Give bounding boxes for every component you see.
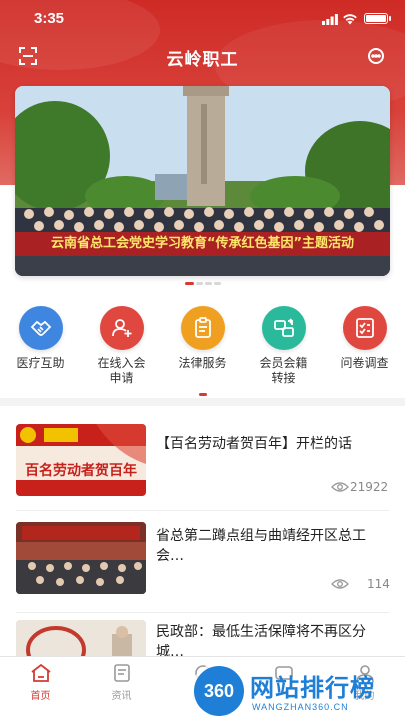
banner-carousel[interactable]: 云南省总工会党史学习教育“传承红色基因”主题活动	[15, 86, 390, 276]
service-medical-mutual-aid[interactable]: 医疗互助	[0, 306, 81, 371]
tab-home[interactable]: 首页	[0, 663, 81, 702]
view-count: 21922	[350, 480, 389, 494]
news-item[interactable]: 省总第二蹲点组与曲靖经开区总工会… 114	[0, 512, 405, 616]
banner-dot	[184, 282, 194, 285]
home-icon	[30, 663, 51, 682]
news-item[interactable]: 百名劳动者贺百年 【百名劳动者贺百年】开栏的话 21922	[0, 406, 405, 514]
clipboard-icon	[180, 306, 225, 350]
banner-dot	[213, 282, 221, 285]
signal-icon	[322, 14, 338, 25]
battery-icon	[364, 13, 388, 24]
watermark: 360 网站排行榜 WANGZHAN360.CN	[184, 664, 405, 720]
service-label: 医疗互助	[16, 356, 65, 370]
news-thumbnail-art	[16, 522, 146, 594]
handshake-icon	[18, 306, 63, 350]
wifi-icon	[343, 14, 357, 25]
message-icon[interactable]	[367, 47, 385, 65]
news-thumbnail: 百名劳动者贺百年	[16, 424, 146, 496]
service-label: 法律服务	[178, 356, 227, 370]
service-survey[interactable]: 问卷调查	[324, 306, 405, 371]
service-membership-transfer[interactable]: 会员会籍 转接	[243, 306, 324, 386]
service-legal[interactable]: 法律服务	[162, 306, 243, 371]
news-thumbnail	[16, 620, 146, 656]
view-count: 114	[367, 577, 390, 591]
banner-caption: 云南省总工会党史学习教育“传承红色基因”主题活动	[15, 232, 390, 256]
news-divider	[16, 612, 389, 613]
banner-indicator	[0, 282, 405, 286]
eye-icon	[331, 482, 349, 492]
service-grid: 医疗互助 在线入会 申请 法律服务 会员会籍 转接 问卷调查	[0, 306, 405, 385]
add-user-icon	[99, 306, 144, 350]
news-item[interactable]: 民政部：最低生活保障将不再区分城…	[0, 614, 405, 656]
status-time: 3:35	[34, 10, 65, 27]
watermark-name: 网站排行榜	[250, 674, 375, 702]
news-title: 【百名劳动者贺百年】开栏的话	[156, 436, 352, 452]
eye-icon	[331, 579, 349, 589]
service-online-join[interactable]: 在线入会 申请	[81, 306, 162, 386]
tab-news[interactable]: 资讯	[81, 663, 162, 702]
tab-label: 资讯	[111, 691, 132, 702]
news-thumbnail	[16, 522, 146, 594]
battery-tip	[389, 16, 391, 21]
thumbnail-text: 百名劳动者贺百年	[25, 463, 137, 479]
news-divider	[16, 510, 389, 511]
transfer-icon	[261, 306, 306, 350]
service-label: 问卷调查	[340, 356, 389, 370]
status-bar: 3:35	[0, 0, 405, 38]
news-title: 民政部：最低生活保障将不再区分城…	[156, 624, 366, 656]
checklist-icon	[342, 306, 387, 350]
banner-dot	[204, 282, 212, 285]
watermark-badge: 360	[194, 666, 244, 716]
watermark-url: WANGZHAN360.CN	[252, 702, 349, 712]
section-divider	[0, 398, 405, 406]
news-thumbnail-art	[16, 620, 146, 656]
app-title: 云岭职工	[166, 50, 239, 70]
banner-dot	[195, 282, 203, 285]
tab-label: 首页	[30, 691, 51, 702]
news-icon	[113, 664, 130, 682]
news-title: 省总第二蹲点组与曲靖经开区总工会…	[156, 528, 366, 564]
